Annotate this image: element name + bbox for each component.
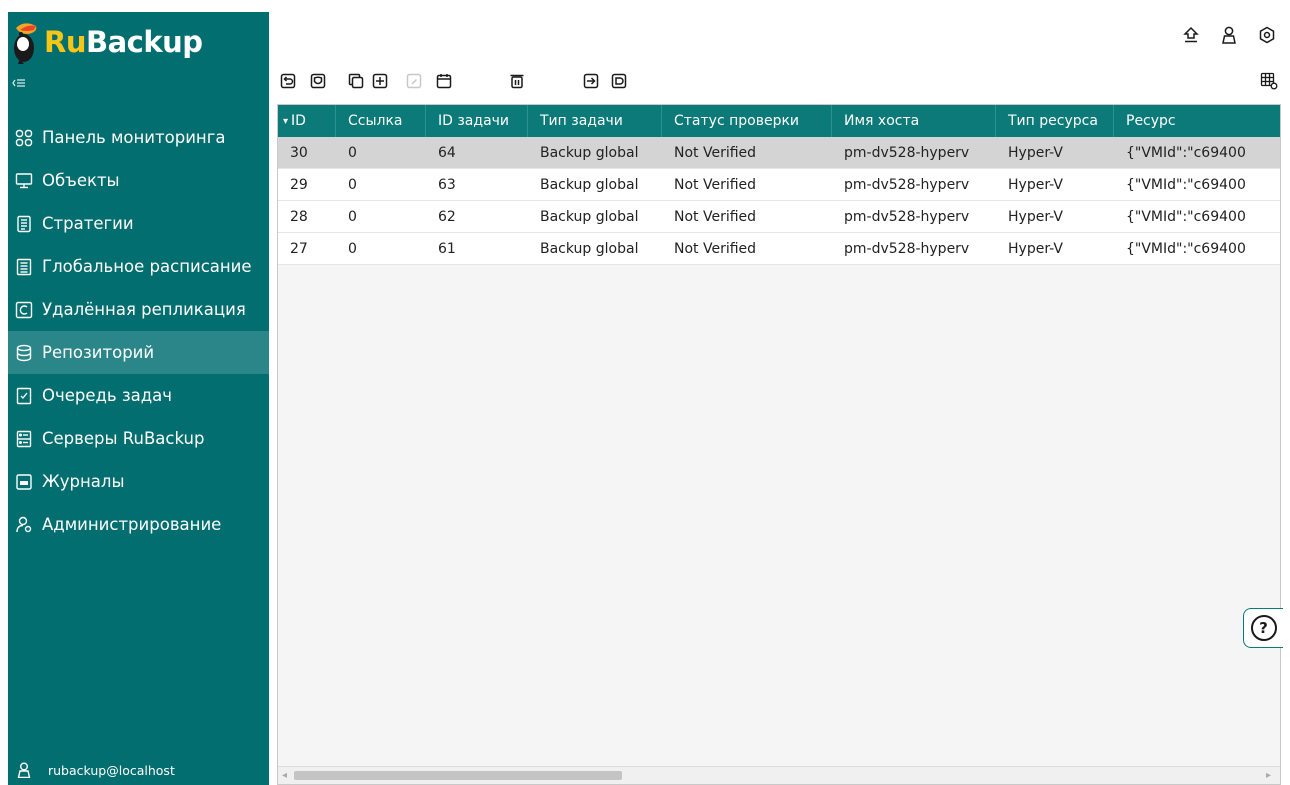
column-header-task-type[interactable]: Тип задачи (528, 105, 662, 137)
column-header-verify-status[interactable]: Статус проверки (662, 105, 832, 137)
upload-icon[interactable] (1180, 24, 1202, 46)
toolbar (269, 60, 1290, 104)
collapse-left-icon[interactable] (12, 76, 32, 96)
copy-icon[interactable] (345, 70, 367, 92)
toucan-logo-icon (14, 23, 37, 64)
sidebar-item-label: Очередь задач (42, 386, 173, 405)
logo[interactable]: RuBackup (10, 14, 203, 70)
sidebar-item-label: Журналы (42, 472, 125, 491)
scroll-left-icon[interactable]: ◂ (282, 770, 292, 781)
sidebar-item-label: Серверы RuBackup (42, 429, 205, 448)
log-icon (14, 472, 34, 492)
sidebar-item-label: Стратегии (42, 214, 134, 233)
sidebar-item-label: Объекты (42, 171, 120, 190)
sidebar-item-task-queue[interactable]: Очередь задач (8, 374, 269, 417)
table-header: ▾ ID Ссылка ID задачи Тип задачи Статус … (278, 105, 1280, 137)
column-header-task-id[interactable]: ID задачи (426, 105, 528, 137)
restore-icon[interactable] (277, 70, 299, 92)
database-icon (14, 343, 34, 363)
dashboard-icon (14, 128, 34, 148)
sidebar-item-label: Администрирование (42, 515, 222, 534)
sidebar-item-servers[interactable]: Серверы RuBackup (8, 417, 269, 460)
sidebar-item-label: Панель мониторинга (42, 128, 226, 147)
help-icon: ? (1250, 615, 1277, 641)
verify-icon[interactable] (307, 70, 329, 92)
calendar-icon[interactable] (433, 70, 455, 92)
table-row[interactable]: 29 0 63 Backup global Not Verified pm-dv… (278, 169, 1280, 201)
column-header-id[interactable]: ▾ ID (278, 105, 336, 137)
sort-desc-icon: ▾ (283, 115, 289, 127)
sidebar-item-strategies[interactable]: Стратегии (8, 202, 269, 245)
sidebar-item-repository[interactable]: Репозиторий (8, 331, 269, 374)
schedule-icon (14, 257, 34, 277)
logo-ru: Ru (44, 25, 86, 59)
column-header-link[interactable]: Ссылка (336, 105, 426, 137)
user-icon (14, 760, 34, 780)
logo-backup: Backup (85, 25, 203, 59)
import-icon[interactable] (608, 70, 630, 92)
scrollbar-thumb[interactable] (294, 771, 622, 780)
sidebar-item-objects[interactable]: Объекты (8, 159, 269, 202)
top-header (269, 12, 1290, 60)
replication-icon (14, 300, 34, 320)
sidebar-nav: Панель мониторинга Объекты Стратегии Гло… (8, 116, 269, 546)
settings-icon[interactable] (1256, 24, 1278, 46)
task-queue-icon (14, 386, 34, 406)
move-icon[interactable] (369, 70, 391, 92)
app-window: RuBackup Панель мониторинга Объекты Стра… (0, 0, 1290, 785)
sidebar-item-dashboard[interactable]: Панель мониторинга (8, 116, 269, 159)
table-body: 30 0 64 Backup global Not Verified pm-dv… (278, 137, 1280, 265)
sidebar-item-remote-replication[interactable]: Удалённая репликация (8, 288, 269, 331)
sidebar-item-administration[interactable]: Администрирование (8, 503, 269, 546)
table-row[interactable]: 27 0 61 Backup global Not Verified pm-dv… (278, 233, 1280, 265)
user-icon[interactable] (1218, 24, 1240, 46)
user-name: rubackup@localhost (48, 762, 175, 778)
sidebar-item-label: Удалённая репликация (42, 300, 246, 319)
export-icon[interactable] (580, 70, 602, 92)
help-button[interactable]: ? (1243, 608, 1283, 648)
column-header-hostname[interactable]: Имя хоста (832, 105, 996, 137)
strategy-icon (14, 214, 34, 234)
repository-table: ▾ ID Ссылка ID задачи Тип задачи Статус … (277, 104, 1281, 785)
edit-icon[interactable] (403, 70, 425, 92)
horizontal-scrollbar[interactable]: ◂ ▸ (278, 766, 1280, 784)
delete-icon[interactable] (506, 70, 528, 92)
table-settings-icon[interactable] (1258, 70, 1280, 92)
admin-icon (14, 515, 34, 535)
table-row[interactable]: 30 0 64 Backup global Not Verified pm-dv… (278, 137, 1280, 169)
sidebar: RuBackup Панель мониторинга Объекты Стра… (8, 12, 269, 785)
current-user[interactable]: rubackup@localhost (8, 755, 269, 785)
sidebar-item-global-schedule[interactable]: Глобальное расписание (8, 245, 269, 288)
table-row[interactable]: 28 0 62 Backup global Not Verified pm-dv… (278, 201, 1280, 233)
column-header-resource-type[interactable]: Тип ресурса (996, 105, 1114, 137)
sidebar-item-logs[interactable]: Журналы (8, 460, 269, 503)
sidebar-item-label: Репозиторий (42, 343, 155, 362)
column-header-resource[interactable]: Ресурс (1114, 105, 1280, 137)
scroll-right-icon[interactable]: ▸ (1266, 770, 1276, 781)
monitor-icon (14, 171, 34, 191)
server-icon (14, 429, 34, 449)
sidebar-item-label: Глобальное расписание (42, 257, 252, 276)
